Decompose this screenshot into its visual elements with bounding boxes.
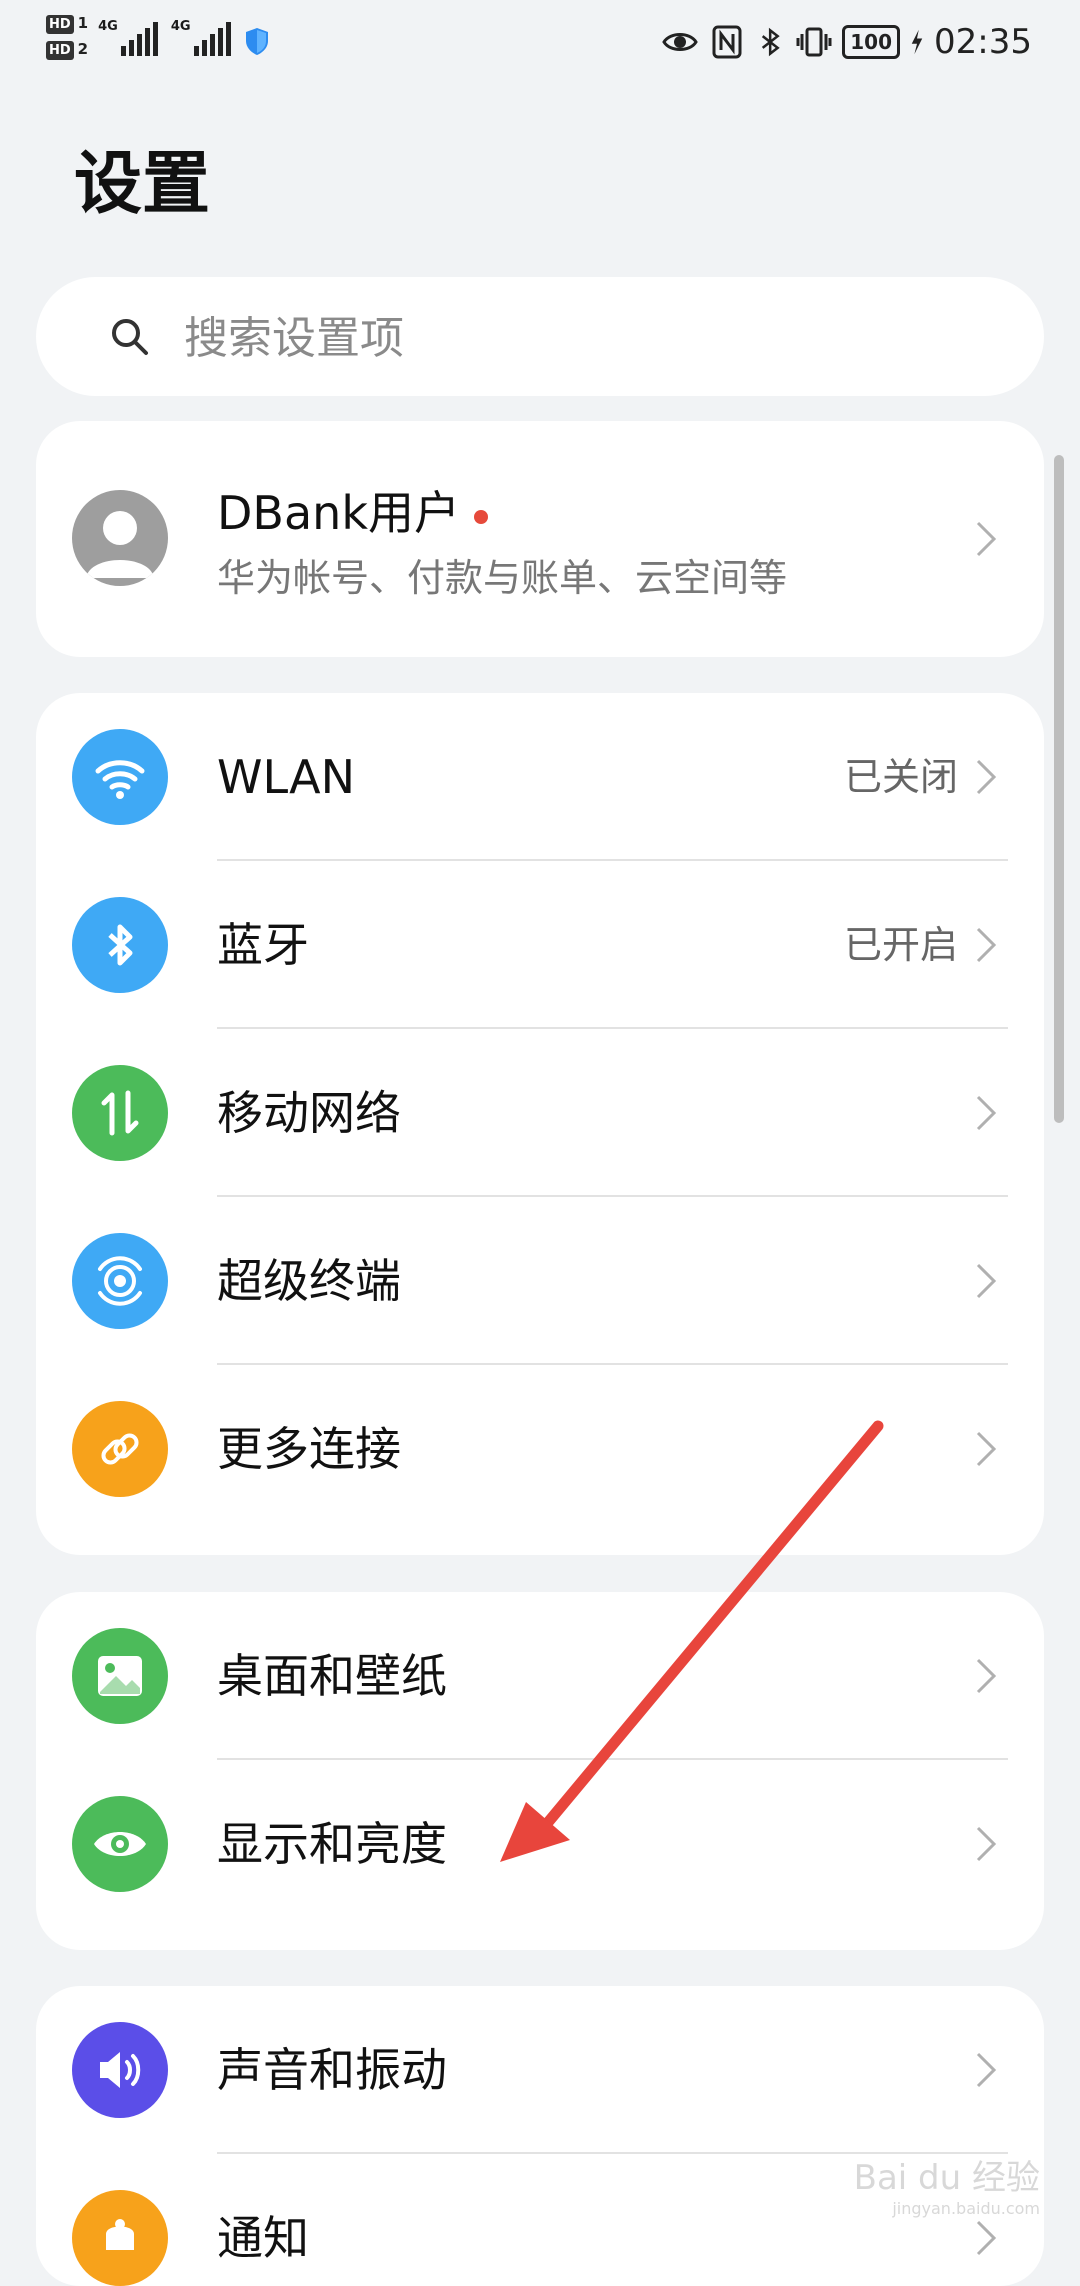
scrollbar[interactable] (1054, 455, 1064, 1123)
settings-item-mobile-network[interactable]: 移动网络 (36, 1029, 1044, 1197)
signal-1-icon: 4G (98, 14, 161, 56)
settings-item-label: 蓝牙 (217, 918, 309, 972)
settings-item-more-connections[interactable]: 更多连接 (36, 1365, 1044, 1533)
user-icon (86, 511, 154, 578)
bluetooth-icon (72, 897, 168, 993)
wlan-status: 已关闭 (843, 755, 958, 799)
chevron-right-icon (976, 1263, 997, 1299)
bell-icon (72, 2190, 168, 2286)
nfc-icon (712, 25, 742, 59)
bluetooth-status: 已开启 (843, 923, 958, 967)
chevron-right-icon (976, 1095, 997, 1131)
settings-item-super-device[interactable]: 超级终端 (36, 1197, 1044, 1365)
account-name: DBank用户 (217, 477, 488, 543)
settings-item-label: 声音和振动 (217, 2043, 447, 2097)
chevron-right-icon (976, 2052, 997, 2088)
settings-item-display-brightness[interactable]: 显示和亮度 (36, 1760, 1044, 1928)
settings-item-sound[interactable]: 声音和振动 (36, 1986, 1044, 2154)
chevron-right-icon (976, 927, 997, 963)
wifi-icon (72, 729, 168, 825)
settings-item-label: 显示和亮度 (217, 1817, 447, 1871)
page-title: 设置 (74, 145, 211, 224)
settings-item-label: WLAN (217, 750, 356, 804)
link-icon (72, 1401, 168, 1497)
signal-2-icon: 4G (171, 14, 234, 56)
settings-item-label: 桌面和壁纸 (217, 1649, 447, 1703)
settings-item-bluetooth[interactable]: 蓝牙 已开启 (36, 861, 1044, 1029)
account-subtitle: 华为帐号、付款与账单、云空间等 (217, 556, 788, 600)
notification-dot (473, 509, 488, 524)
sim2-indicator: HD 2 (46, 40, 88, 60)
search-input[interactable] (182, 297, 986, 379)
avatar (72, 490, 168, 586)
wallpaper-icon (72, 1628, 168, 1724)
clock: 02:35 (934, 22, 1032, 62)
chevron-right-icon (976, 521, 997, 557)
eye-icon (72, 1796, 168, 1892)
sim1-indicator: HD 1 (46, 14, 88, 34)
account-card[interactable]: DBank用户 华为帐号、付款与账单、云空间等 (36, 421, 1044, 657)
mobile-data-icon (72, 1065, 168, 1161)
display-card: 桌面和壁纸 显示和亮度 (36, 1592, 1044, 1950)
chevron-right-icon (976, 1658, 997, 1694)
chevron-right-icon (976, 759, 997, 795)
connectivity-card: WLAN 已关闭 蓝牙 已开启 移动网络 超级终端 更多连接 (36, 693, 1044, 1555)
vibrate-icon (796, 27, 832, 57)
charging-icon (911, 29, 923, 55)
speaker-icon (72, 2022, 168, 2118)
status-bar: HD 1 HD 2 4G 4G 100 02:35 (0, 0, 1080, 86)
bluetooth-status-icon (762, 27, 780, 57)
super-device-icon (72, 1233, 168, 1329)
chevron-right-icon (976, 1826, 997, 1862)
settings-item-wlan[interactable]: WLAN 已关闭 (36, 693, 1044, 861)
search-icon (112, 319, 148, 355)
settings-item-label: 更多连接 (217, 1422, 401, 1476)
chevron-right-icon (976, 2220, 997, 2256)
watermark: Bai du 经验 jingyan.baidu.com (853, 2158, 1040, 2218)
shield-icon (245, 28, 268, 55)
search-bar[interactable] (36, 277, 1044, 396)
settings-item-label: 移动网络 (217, 1086, 401, 1140)
sound-card: 声音和振动 通知 (36, 1986, 1044, 2286)
sim-indicators: HD 1 HD 2 (46, 14, 88, 60)
settings-item-label: 超级终端 (217, 1254, 401, 1308)
chevron-right-icon (976, 1431, 997, 1467)
battery-indicator: 100 (842, 25, 901, 59)
settings-item-label: 通知 (217, 2211, 309, 2265)
eye-comfort-icon (662, 33, 699, 51)
account-row[interactable]: DBank用户 华为帐号、付款与账单、云空间等 (36, 421, 1044, 657)
settings-item-wallpaper[interactable]: 桌面和壁纸 (36, 1592, 1044, 1760)
